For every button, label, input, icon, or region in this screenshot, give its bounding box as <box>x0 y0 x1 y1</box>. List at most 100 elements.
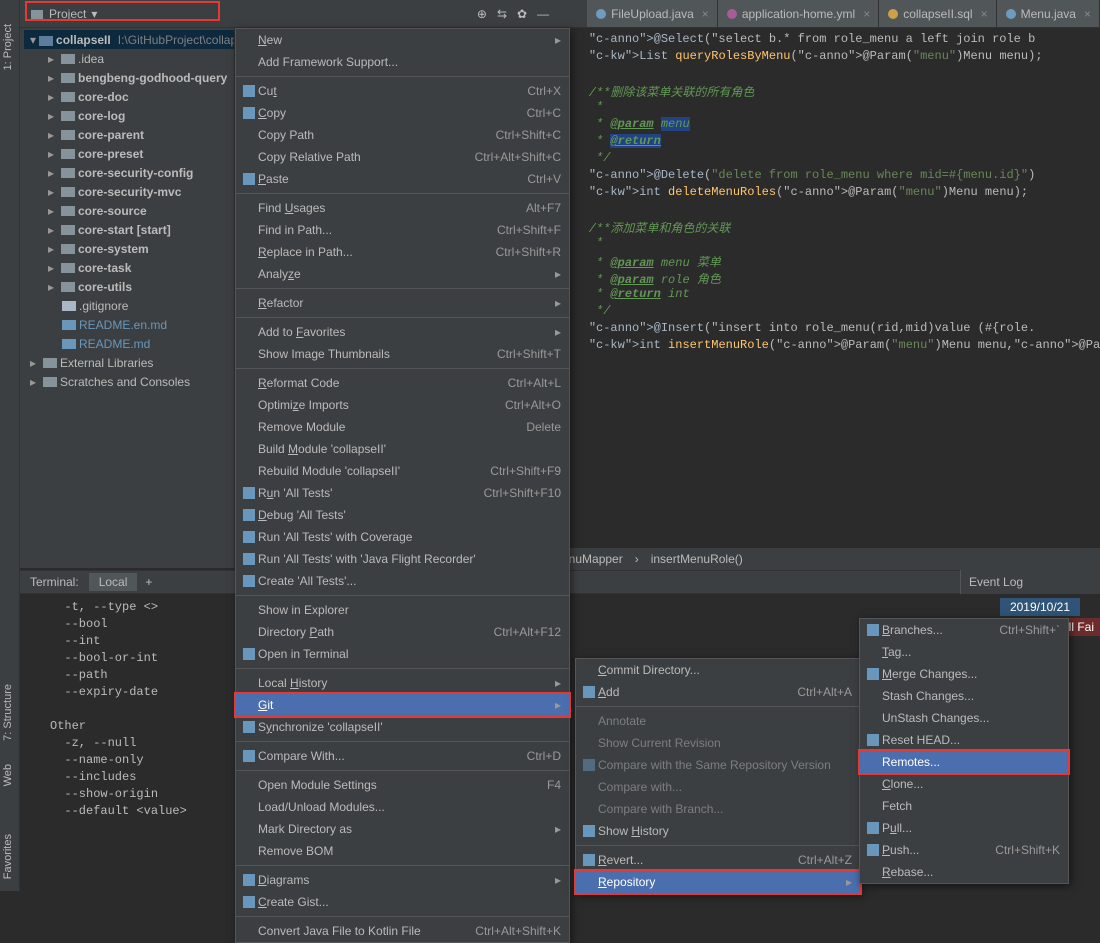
menu-item[interactable]: Remove ModuleDelete <box>236 416 569 438</box>
menu-item[interactable]: Compare with Branch... <box>576 798 860 820</box>
hide-icon[interactable]: — <box>537 7 549 21</box>
close-icon[interactable]: × <box>1084 7 1091 21</box>
tree-item[interactable]: ▸core-security-mvc <box>24 182 234 201</box>
editor-tab[interactable]: application-home.yml× <box>718 0 879 27</box>
tree-root[interactable]: ▾collapseIII:\GitHubProject\collapseII <box>24 30 234 49</box>
menu-item[interactable]: Mark Directory as▸ <box>236 818 569 840</box>
menu-item[interactable]: Copy PathCtrl+Shift+C <box>236 124 569 146</box>
menu-item[interactable]: Debug 'All Tests' <box>236 504 569 526</box>
menu-item[interactable]: Pull... <box>860 817 1068 839</box>
terminal-tab[interactable]: Local <box>89 573 138 591</box>
menu-item[interactable]: Rebuild Module 'collapseII'Ctrl+Shift+F9 <box>236 460 569 482</box>
tab-web[interactable]: Web <box>0 760 16 790</box>
tree-item[interactable]: ▸core-utils <box>24 277 234 296</box>
editor-tab[interactable]: Menu.java× <box>997 0 1100 27</box>
menu-item[interactable]: Refactor▸ <box>236 292 569 314</box>
menu-item[interactable]: Load/Unload Modules... <box>236 796 569 818</box>
menu-item[interactable]: Synchronize 'collapseII' <box>236 716 569 738</box>
menu-item[interactable]: Compare With...Ctrl+D <box>236 745 569 767</box>
tree-item[interactable]: ▸core-security-config <box>24 163 234 182</box>
event-log-tab[interactable]: Event Log <box>960 570 1100 594</box>
menu-item[interactable]: Optimize ImportsCtrl+Alt+O <box>236 394 569 416</box>
menu-item[interactable]: Create 'All Tests'... <box>236 570 569 592</box>
menu-item[interactable]: Copy Relative PathCtrl+Alt+Shift+C <box>236 146 569 168</box>
menu-item[interactable]: PasteCtrl+V <box>236 168 569 190</box>
menu-item[interactable]: Find UsagesAlt+F7 <box>236 197 569 219</box>
target-icon[interactable]: ⊕ <box>477 7 487 21</box>
editor-tab[interactable]: collapseII.sql× <box>879 0 996 27</box>
tree-item[interactable]: ▸core-preset <box>24 144 234 163</box>
tree-item[interactable]: ▸core-doc <box>24 87 234 106</box>
menu-item[interactable]: Merge Changes... <box>860 663 1068 685</box>
menu-item[interactable]: Show History <box>576 820 860 842</box>
menu-item[interactable]: Branches...Ctrl+Shift+` <box>860 619 1068 641</box>
menu-item[interactable]: Push...Ctrl+Shift+K <box>860 839 1068 861</box>
menu-item[interactable]: Stash Changes... <box>860 685 1068 707</box>
menu-item[interactable]: Fetch <box>860 795 1068 817</box>
menu-item[interactable]: Show in Explorer <box>236 599 569 621</box>
tree-item[interactable]: ▸core-log <box>24 106 234 125</box>
tree-item[interactable]: ▸bengbeng-godhood-query <box>24 68 234 87</box>
tree-item[interactable]: ▸.idea <box>24 49 234 68</box>
menu-item[interactable]: Add to Favorites▸ <box>236 321 569 343</box>
menu-item[interactable]: Replace in Path...Ctrl+Shift+R <box>236 241 569 263</box>
menu-item[interactable]: Rebase... <box>860 861 1068 883</box>
menu-item[interactable]: Open in Terminal <box>236 643 569 665</box>
menu-item[interactable]: AddCtrl+Alt+A <box>576 681 860 703</box>
menu-item[interactable]: CopyCtrl+C <box>236 102 569 124</box>
menu-item[interactable]: Annotate <box>576 710 860 732</box>
tree-item[interactable]: ▸core-parent <box>24 125 234 144</box>
menu-item[interactable]: Run 'All Tests'Ctrl+Shift+F10 <box>236 482 569 504</box>
tree-item[interactable]: .gitignore <box>24 296 234 315</box>
tab-favorites[interactable]: Favorites <box>0 830 16 883</box>
menu-item[interactable]: Revert...Ctrl+Alt+Z <box>576 849 860 871</box>
editor-tab[interactable]: FileUpload.java× <box>587 0 718 27</box>
menu-item[interactable]: Reset HEAD... <box>860 729 1068 751</box>
menu-item[interactable]: UnStash Changes... <box>860 707 1068 729</box>
menu-item[interactable]: Build Module 'collapseII' <box>236 438 569 460</box>
breadcrumb-method[interactable]: insertMenuRole() <box>651 552 743 566</box>
menu-item[interactable]: Show Current Revision <box>576 732 860 754</box>
menu-item[interactable]: Find in Path...Ctrl+Shift+F <box>236 219 569 241</box>
terminal-output[interactable]: -t, --type <> --bool --int --bool-or-int… <box>20 595 235 891</box>
menu-item[interactable]: Compare with the Same Repository Version <box>576 754 860 776</box>
tab-project[interactable]: 1: Project <box>0 20 16 74</box>
tree-item[interactable]: ▸Scratches and Consoles <box>24 372 234 391</box>
tree-item[interactable]: ▸core-start [start] <box>24 220 234 239</box>
menu-item[interactable]: Add Framework Support... <box>236 51 569 73</box>
menu-item[interactable]: Commit Directory... <box>576 659 860 681</box>
tree-item[interactable]: README.md <box>24 334 234 353</box>
menu-item[interactable]: Analyze▸ <box>236 263 569 285</box>
menu-item[interactable]: Diagrams▸ <box>236 869 569 891</box>
menu-item[interactable]: Open Module SettingsF4 <box>236 774 569 796</box>
add-terminal-icon[interactable]: + <box>145 575 152 589</box>
tree-item[interactable]: README.en.md <box>24 315 234 334</box>
tab-structure[interactable]: 7: Structure <box>0 680 16 745</box>
menu-item[interactable]: Reformat CodeCtrl+Alt+L <box>236 372 569 394</box>
menu-item[interactable]: Run 'All Tests' with 'Java Flight Record… <box>236 548 569 570</box>
menu-item[interactable]: Clone... <box>860 773 1068 795</box>
menu-item[interactable]: Git▸ <box>236 694 569 716</box>
close-icon[interactable]: × <box>702 7 709 21</box>
gear-icon[interactable]: ✿ <box>517 7 527 21</box>
menu-item[interactable]: Show Image ThumbnailsCtrl+Shift+T <box>236 343 569 365</box>
menu-item[interactable]: Convert Java File to Kotlin FileCtrl+Alt… <box>236 920 569 942</box>
collapse-icon[interactable]: ⇆ <box>497 7 507 21</box>
code-editor[interactable]: "c-anno">@Select("select b.* from role_m… <box>540 28 1100 538</box>
menu-item[interactable]: Local History▸ <box>236 672 569 694</box>
menu-item[interactable]: Run 'All Tests' with Coverage <box>236 526 569 548</box>
menu-item[interactable]: Repository▸ <box>576 871 860 893</box>
close-icon[interactable]: × <box>981 7 988 21</box>
menu-item[interactable]: Create Gist... <box>236 891 569 913</box>
menu-item[interactable]: New▸ <box>236 29 569 51</box>
menu-item[interactable]: Compare with... <box>576 776 860 798</box>
tree-item[interactable]: ▸core-source <box>24 201 234 220</box>
tree-item[interactable]: ▸core-system <box>24 239 234 258</box>
close-icon[interactable]: × <box>863 7 870 21</box>
tree-item[interactable]: ▸External Libraries <box>24 353 234 372</box>
menu-item[interactable]: Tag... <box>860 641 1068 663</box>
menu-item[interactable]: CutCtrl+X <box>236 80 569 102</box>
menu-item[interactable]: Directory PathCtrl+Alt+F12 <box>236 621 569 643</box>
menu-item[interactable]: Remove BOM <box>236 840 569 862</box>
menu-item[interactable]: Remotes... <box>860 751 1068 773</box>
